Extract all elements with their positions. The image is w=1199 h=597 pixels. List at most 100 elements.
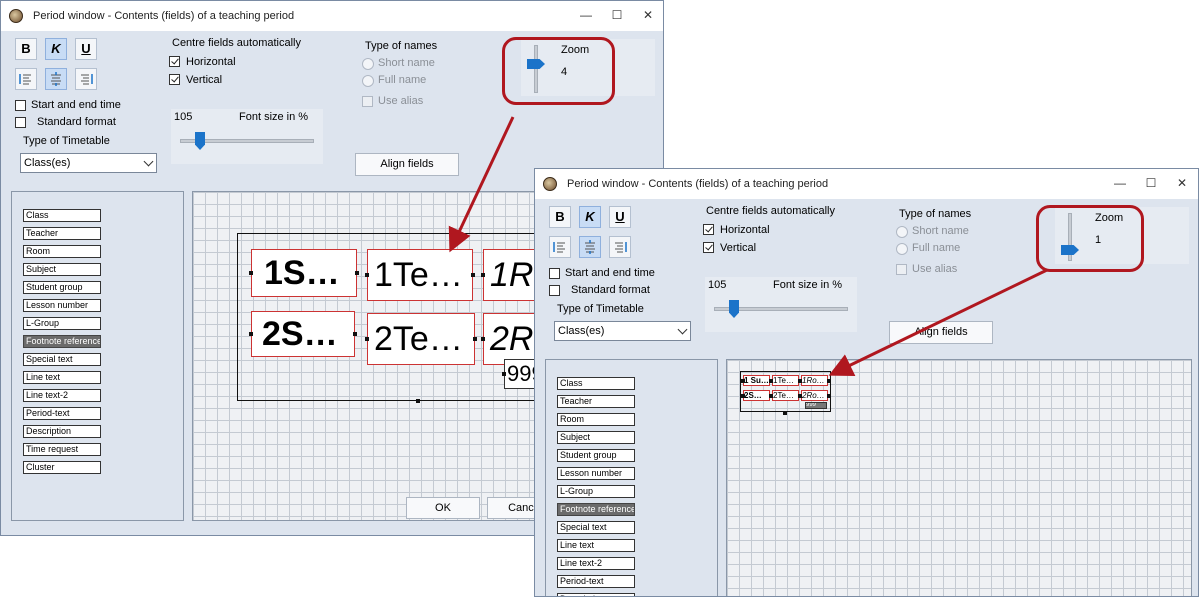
- full-name-radio[interactable]: [896, 243, 908, 255]
- vertical-checkbox[interactable]: [703, 242, 714, 253]
- field-item-teacher[interactable]: Teacher: [557, 395, 635, 408]
- field-item-description[interactable]: Description: [23, 425, 101, 438]
- standard-format-checkbox[interactable]: [15, 117, 26, 128]
- field-handle[interactable]: [249, 332, 253, 336]
- maximize-button[interactable]: ☐: [1140, 174, 1162, 192]
- field-box-teacher-1[interactable]: 1Te…: [772, 375, 799, 386]
- vertical-checkbox[interactable]: [169, 74, 180, 85]
- field-box-subject-2[interactable]: 2S…: [251, 311, 355, 357]
- align-left-button[interactable]: [15, 68, 37, 90]
- field-box-room-2[interactable]: 2Ro…: [801, 390, 828, 401]
- field-box-teacher-2[interactable]: 2Te…: [772, 390, 799, 401]
- field-item-special-text[interactable]: Special text: [23, 353, 101, 366]
- field-item-class[interactable]: Class: [557, 377, 635, 390]
- field-item-line-text-2[interactable]: Line text-2: [23, 389, 101, 402]
- font-size-slider-thumb[interactable]: [729, 300, 739, 318]
- field-handle[interactable]: [769, 394, 773, 398]
- field-handle[interactable]: [827, 379, 831, 383]
- italic-button[interactable]: K: [45, 38, 67, 60]
- title-bar[interactable]: Period window - Contents (fields) of a t…: [535, 169, 1198, 199]
- field-item-footnote-reference[interactable]: Footnote reference: [557, 503, 635, 516]
- horizontal-checkbox[interactable]: [169, 56, 180, 67]
- align-fields-button[interactable]: Align fields: [889, 321, 993, 344]
- field-item-subject[interactable]: Subject: [557, 431, 635, 444]
- bold-button[interactable]: B: [549, 206, 571, 228]
- use-alias-checkbox[interactable]: [362, 96, 373, 107]
- align-right-button[interactable]: [609, 236, 631, 258]
- field-box-teacher-2[interactable]: 2Te…: [367, 313, 475, 365]
- field-box-teacher-1[interactable]: 1Te…: [367, 249, 473, 301]
- field-handle[interactable]: [741, 379, 745, 383]
- start-end-time-checkbox[interactable]: [549, 268, 560, 279]
- align-center-button[interactable]: [579, 236, 601, 258]
- field-handle[interactable]: [827, 394, 831, 398]
- field-item-l-group[interactable]: L-Group: [23, 317, 101, 330]
- field-item-teacher[interactable]: Teacher: [23, 227, 101, 240]
- field-handle[interactable]: [481, 337, 485, 341]
- field-item-l-group[interactable]: L-Group: [557, 485, 635, 498]
- resize-handle[interactable]: [416, 399, 420, 403]
- maximize-button[interactable]: ☐: [606, 6, 628, 24]
- field-handle[interactable]: [798, 379, 802, 383]
- resize-handle[interactable]: [783, 411, 787, 415]
- field-item-description[interactable]: Description: [557, 593, 635, 596]
- field-item-cluster[interactable]: Cluster: [23, 461, 101, 474]
- standard-format-checkbox[interactable]: [549, 285, 560, 296]
- horizontal-checkbox[interactable]: [703, 224, 714, 235]
- field-item-footnote-reference[interactable]: Footnote reference: [23, 335, 101, 348]
- field-handle[interactable]: [798, 394, 802, 398]
- field-item-subject[interactable]: Subject: [23, 263, 101, 276]
- field-item-special-text[interactable]: Special text: [557, 521, 635, 534]
- align-left-button[interactable]: [549, 236, 571, 258]
- align-fields-button[interactable]: Align fields: [355, 153, 459, 176]
- close-button[interactable]: ✕: [637, 6, 659, 24]
- field-box-subject-2[interactable]: 2S…: [743, 390, 770, 401]
- font-size-slider-thumb[interactable]: [195, 132, 205, 150]
- field-box-footnote[interactable]: 999: [805, 402, 827, 409]
- field-handle[interactable]: [471, 273, 475, 277]
- field-box-subject-1[interactable]: 1 Su…: [743, 375, 770, 386]
- ok-button[interactable]: OK: [406, 497, 480, 519]
- field-item-room[interactable]: Room: [23, 245, 101, 258]
- field-item-line-text[interactable]: Line text: [557, 539, 635, 552]
- field-handle[interactable]: [473, 337, 477, 341]
- align-center-button[interactable]: [45, 68, 67, 90]
- field-item-student-group[interactable]: Student group: [557, 449, 635, 462]
- close-button[interactable]: ✕: [1171, 174, 1193, 192]
- field-item-period-text[interactable]: Period-text: [557, 575, 635, 588]
- field-item-time-request[interactable]: Time request: [23, 443, 101, 456]
- short-name-radio[interactable]: [896, 226, 908, 238]
- timetable-type-select[interactable]: Class(es): [554, 321, 691, 341]
- field-handle[interactable]: [355, 271, 359, 275]
- short-name-radio[interactable]: [362, 58, 374, 70]
- field-handle[interactable]: [249, 271, 253, 275]
- field-item-period-text[interactable]: Period-text: [23, 407, 101, 420]
- field-item-class[interactable]: Class: [23, 209, 101, 222]
- field-handle[interactable]: [769, 379, 773, 383]
- title-bar[interactable]: Period window - Contents (fields) of a t…: [1, 1, 663, 31]
- align-right-button[interactable]: [75, 68, 97, 90]
- field-item-lesson-number[interactable]: Lesson number: [23, 299, 101, 312]
- full-name-radio[interactable]: [362, 75, 374, 87]
- field-item-line-text-2[interactable]: Line text-2: [557, 557, 635, 570]
- field-item-line-text[interactable]: Line text: [23, 371, 101, 384]
- field-item-student-group[interactable]: Student group: [23, 281, 101, 294]
- use-alias-checkbox[interactable]: [896, 264, 907, 275]
- field-item-room[interactable]: Room: [557, 413, 635, 426]
- field-handle[interactable]: [502, 372, 506, 376]
- start-end-time-checkbox[interactable]: [15, 100, 26, 111]
- field-box-subject-1[interactable]: 1S…: [251, 249, 357, 297]
- bold-button[interactable]: B: [15, 38, 37, 60]
- field-handle[interactable]: [353, 332, 357, 336]
- period-preview-grid[interactable]: 1 Su… 1Te… 1Ro… 2S… 2Te… 2Ro… 999: [726, 359, 1192, 596]
- minimize-button[interactable]: —: [1109, 174, 1131, 192]
- underline-button[interactable]: U: [609, 206, 631, 228]
- field-box-room-1[interactable]: 1Ro…: [801, 375, 828, 386]
- field-handle[interactable]: [365, 337, 369, 341]
- field-item-lesson-number[interactable]: Lesson number: [557, 467, 635, 480]
- field-handle[interactable]: [365, 273, 369, 277]
- underline-button[interactable]: U: [75, 38, 97, 60]
- field-handle[interactable]: [741, 394, 745, 398]
- timetable-type-select[interactable]: Class(es): [20, 153, 157, 173]
- minimize-button[interactable]: —: [575, 6, 597, 24]
